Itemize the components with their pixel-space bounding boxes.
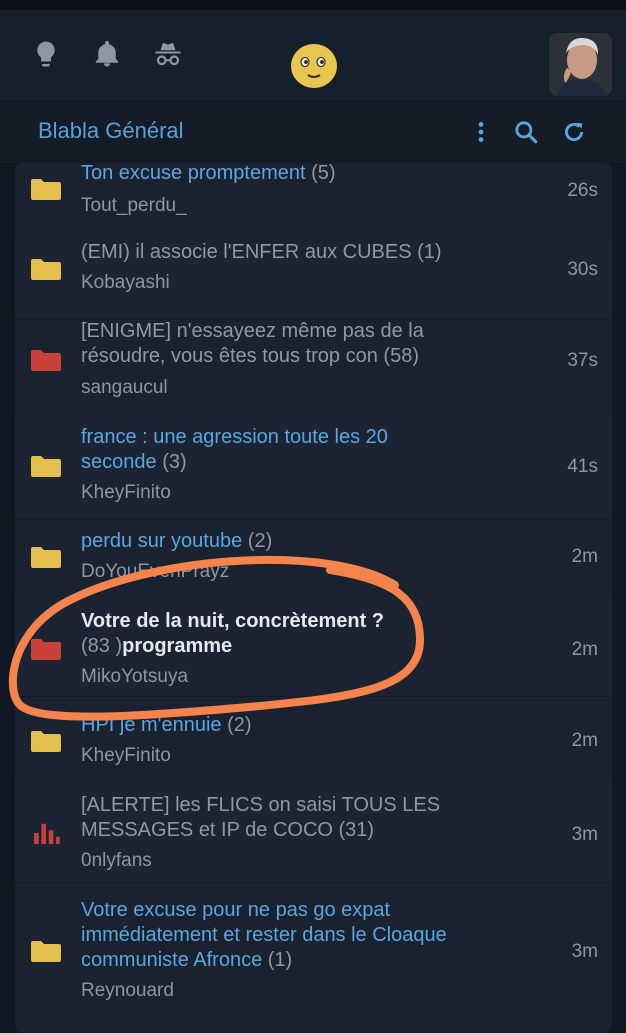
topic-title[interactable]: Votre de la nuit, concrètement ? [81,610,384,632]
reply-count: (1) [267,949,293,971]
topic-title[interactable]: HPI je m'ennuie [81,714,222,736]
topic-time: 3m [571,824,598,845]
topic-row[interactable]: [ALERTE] les FLICS on saisi TOUS LES MESS… [15,781,612,883]
topic-author[interactable]: MikoYotsuya [81,666,188,688]
topic-row[interactable]: HPI je m'ennuie (2) KheyFinito 2m [15,696,612,782]
topic-title-line2[interactable]: seconde [81,451,157,473]
topic-author[interactable]: sangaucul [81,377,168,399]
topic-author[interactable]: KheyFinito [81,745,171,767]
forum-title: Blabla Général [38,118,184,143]
topic-author[interactable]: Tout_perdu_ [81,195,187,217]
topic-list: Ton excuse promptement (5) Tout_perdu_ 2… [15,163,612,1033]
topic-row[interactable]: Votre de la nuit, concrètement ? (83 )pro… [15,596,612,697]
folder-icon [31,350,61,371]
topic-title[interactable]: [ALERTE] les FLICS on saisi TOUS LES [81,794,440,816]
topic-author[interactable]: KheyFinito [81,482,171,504]
refresh-icon[interactable] [560,118,588,146]
topic-title-line3[interactable]: communiste Afronce [81,949,262,971]
reply-count: (31) [338,819,375,841]
reply-count: (2) [227,714,252,736]
topic-row[interactable]: [ENIGME] n'essayeez même pas de la résoud… [15,318,612,419]
reply-count: (83 ) [81,635,123,657]
topic-row[interactable]: france : une agression toute les 20 secon… [15,418,612,519]
topic-title-line2[interactable]: résoudre, vous êtes tous trop con [81,345,378,367]
topic-title-line2[interactable]: programme [122,635,232,657]
reply-count: (58) [383,345,419,367]
avatar[interactable] [549,33,612,96]
topic-title[interactable]: france : une agression toute les 20 [81,426,388,448]
topic-title[interactable]: Votre excuse pour ne pas go expat [81,899,390,921]
topic-row[interactable]: Ton excuse promptement (5) Tout_perdu_ 2… [15,163,612,243]
topic-author[interactable]: 0nlyfans [81,850,152,872]
topic-time: 2m [571,730,598,751]
reply-count: (3) [162,451,187,473]
topic-title-line2[interactable]: immédiatement et rester dans le Cloaque [81,924,447,946]
folder-icon [31,179,61,200]
folder-icon [31,639,61,660]
topic-time: 3m [571,941,598,962]
topic-title-line2[interactable]: MESSAGES et IP de COCO [81,819,333,841]
reply-count: (1) [417,241,442,263]
folder-icon [31,941,61,962]
topic-title[interactable]: [ENIGME] n'essayeez même pas de la [81,320,424,342]
topic-author[interactable]: Kobayashi [81,272,170,294]
topic-row[interactable]: Votre excuse pour ne pas go expat immédia… [15,882,612,1033]
topic-time: 26s [567,180,598,201]
topic-title[interactable]: perdu sur youtube [81,530,242,552]
topic-title[interactable]: Ton excuse promptement [81,163,306,184]
bell-icon[interactable] [89,36,125,72]
search-icon[interactable] [512,118,540,146]
topic-author[interactable]: Reynouard [81,980,174,1002]
folder-icon [31,456,61,477]
topic-time: 2m [571,546,598,567]
topic-row[interactable]: (EMI) il associe l'ENFER aux CUBES (1) K… [15,241,612,319]
reply-count: (2) [247,530,273,552]
topic-row[interactable]: perdu sur youtube (2) DoYouEvenPrayz 2m [15,518,612,597]
lightbulb-icon[interactable] [28,36,64,72]
topic-time: 37s [567,350,598,371]
topic-author[interactable]: DoYouEvenPrayz [81,561,229,583]
top-bar [0,10,626,101]
folder-icon [31,731,61,752]
folder-icon [31,259,61,280]
smiley-icon[interactable] [290,43,338,89]
more-vertical-icon[interactable] [467,118,495,146]
chart-icon [34,823,60,844]
scrolled-topic-fragment [82,90,502,102]
topic-time: 30s [567,259,598,280]
reply-count: (5) [311,163,336,184]
incognito-icon[interactable] [150,36,186,72]
topic-time: 2m [571,639,598,660]
topic-title[interactable]: (EMI) il associe l'ENFER aux CUBES [81,241,412,263]
status-bar [0,0,626,10]
folder-icon [31,547,61,568]
topic-time: 41s [567,456,598,477]
